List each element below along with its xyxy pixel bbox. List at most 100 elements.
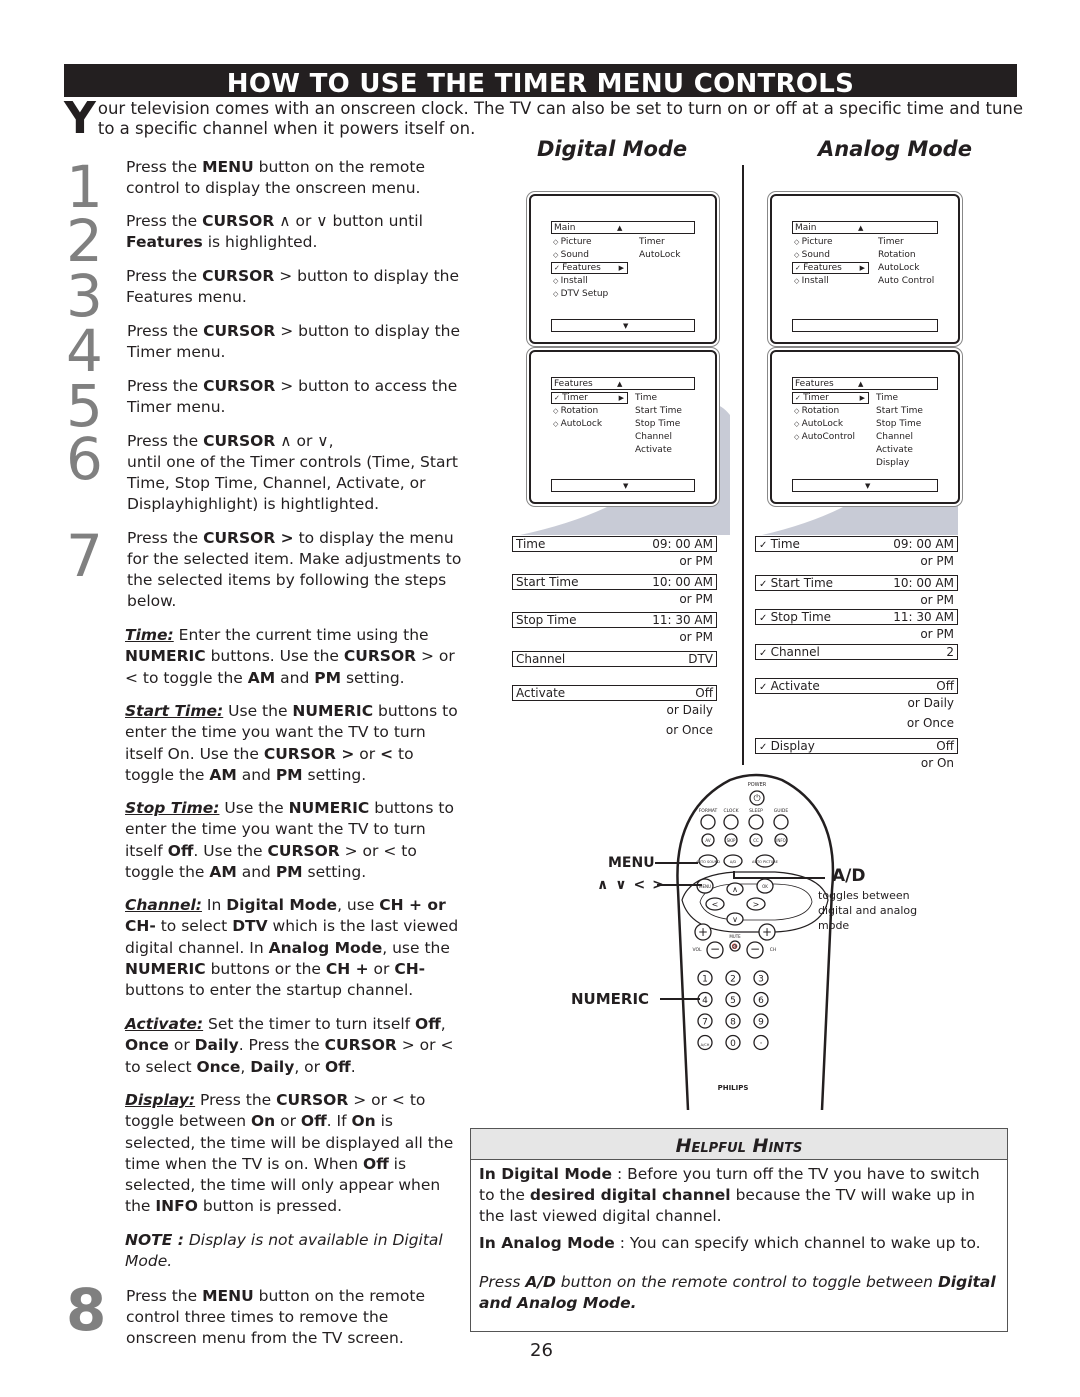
text-run: to select [155, 917, 233, 936]
submenu-item: AutoLock [878, 263, 920, 273]
text-run: buttons to enter the startup channel. [125, 981, 414, 1000]
text-run: Press the [126, 212, 203, 230]
menu-header-label: Features [795, 379, 834, 389]
check-icon: ✓ [759, 540, 771, 551]
field-label-text: Activate [516, 686, 566, 700]
text-run: : You can specify which channel to wake … [614, 1234, 981, 1252]
menu-item[interactable]: ◇ Picture [553, 236, 592, 248]
menu-item[interactable]: ◇ Install [553, 275, 588, 287]
menu-item[interactable]: ◇ AutoControl [794, 431, 855, 443]
menu-item-selected[interactable]: ✓ Features ▶ [551, 262, 628, 274]
text-run: and [236, 765, 276, 784]
text-run: and [275, 668, 315, 687]
emphasis-text: Once [196, 1057, 241, 1076]
analog-timer-fields: ✓ Time 09: 00 AM or PM ✓ Start Time 10: 00 A… [755, 535, 958, 775]
emphasis-text: CURSOR [276, 1091, 349, 1109]
field-label: Stop Time [516, 613, 576, 627]
digit-label: 9 [758, 1018, 764, 1028]
menu-callout-line [655, 862, 698, 864]
text-run: . Use the [193, 841, 268, 860]
plus-icon: + [762, 925, 772, 939]
menu-item[interactable]: ◇ Picture [794, 236, 833, 248]
ad-callout-tick [733, 871, 735, 879]
menu-item-label: DTV Setup [560, 289, 609, 299]
diamond-bullet-icon: ◇ [553, 238, 561, 246]
field-value: Off [936, 739, 954, 753]
field-label-text: Display [770, 739, 815, 753]
text-run: , use the [382, 938, 450, 957]
text-run: , [440, 1015, 446, 1033]
emphasis-text: In Digital Mode [479, 1165, 613, 1183]
field-label: Activate [516, 686, 565, 700]
emphasis-text: CURSOR [203, 432, 276, 450]
timer-field-stop-time[interactable]: ✓ Stop Time 11: 30 AM [755, 609, 958, 625]
menu-item[interactable]: ◇ Rotation [553, 405, 598, 417]
emphasis-text: In Analog Mode [479, 1234, 615, 1252]
timer-field-display[interactable]: ✓ Display Off [755, 738, 958, 754]
minus-icon: − [710, 942, 720, 956]
emphasis-text: CURSOR > [203, 529, 294, 547]
hint-ad-toggle: Press A/D button on the remote control t… [479, 1272, 999, 1314]
emphasis-text: Off [300, 1112, 327, 1131]
step-2-text: Press the CURSOR ∧ or ∨ button until Fea… [126, 211, 461, 253]
page-number: 26 [530, 1340, 553, 1361]
remote-button-guide[interactable] [773, 814, 789, 830]
diamond-bullet-icon: ◇ [794, 407, 802, 415]
menu-item[interactable]: ◇ Rotation [794, 405, 839, 417]
ad-callout-label: A/D [832, 866, 866, 886]
submenu-arrow-icon: ▶ [618, 264, 624, 272]
submenu-item: Activate [635, 445, 672, 455]
emphasis-text: < [380, 744, 394, 763]
check-icon: ✓ [554, 394, 563, 402]
text-run: , use [337, 896, 380, 914]
menu-item[interactable]: ◇ AutoLock [794, 418, 843, 430]
text-run: . [350, 1057, 356, 1076]
submenu-item: Activate [876, 445, 913, 455]
menu-item[interactable]: ◇ AutoLock [553, 418, 602, 430]
digital-main-menu-screen: Main ▲ ◇ Picture ◇ Sound ✓ Features ▶ ◇ Instal… [529, 194, 717, 344]
field-label: ✓ Channel [759, 645, 820, 659]
field-alternative-value: or Daily [907, 696, 954, 710]
helpful-hints-box: Helpful Hints In Digital Mode : Before y… [470, 1128, 1008, 1332]
menu-item-label: Timer [562, 393, 588, 403]
section-label: Time: [125, 626, 174, 644]
emphasis-text: On [250, 1112, 276, 1131]
timer-field-activate[interactable]: ✓ Activate Off [755, 678, 958, 694]
timer-field-time[interactable]: Time 09: 00 AM [512, 536, 717, 552]
menu-item-selected[interactable]: ✓ Features ▶ [792, 262, 869, 274]
remote-button-format[interactable] [700, 814, 716, 830]
menu-item-selected[interactable]: ✓ Timer ▶ [551, 392, 628, 404]
emphasis-text: PM [275, 765, 303, 784]
text-run: setting. [302, 765, 367, 784]
text-run: Press the [127, 432, 204, 450]
menu-item[interactable]: ◇ Install [794, 275, 829, 287]
text-run: or [354, 744, 381, 763]
remote-button-label: FORMAT [699, 808, 718, 814]
menu-item[interactable]: ◇ Sound [794, 249, 830, 261]
timer-field-activate[interactable]: Activate Off [512, 685, 717, 701]
timer-field-time[interactable]: ✓ Time 09: 00 AM [755, 536, 958, 552]
digital-mode-title: Digital Mode [537, 137, 688, 161]
remote-button-clock[interactable] [723, 814, 739, 830]
timer-field-channel[interactable]: ✓ Channel 2 [755, 644, 958, 660]
timer-field-channel[interactable]: Channel DTV [512, 651, 717, 667]
emphasis-text: NUMERIC [288, 799, 370, 817]
remote-button-sleep[interactable] [748, 814, 764, 830]
mute-icon: 🔇 [732, 943, 738, 950]
timer-field-start-time[interactable]: ✓ Start Time 10: 00 AM [755, 575, 958, 591]
minus-icon: − [750, 942, 760, 956]
power-icon: ⏻ [753, 793, 760, 804]
analog-main-menu-screen: Main ▲ ◇ Picture ◇ Sound ✓ Features ▶ ◇ Instal… [770, 194, 960, 344]
emphasis-text: NUMERIC [125, 959, 206, 978]
menu-item[interactable]: ◇ Sound [553, 249, 589, 261]
menu-item-selected[interactable]: ✓ Timer ▶ [792, 392, 869, 404]
text-run: or [275, 1112, 301, 1131]
timer-field-start-time[interactable]: Start Time 10: 00 AM [512, 574, 717, 590]
vol-label: VOL [692, 947, 702, 953]
submenu-arrow-icon: ▶ [859, 264, 865, 272]
emphasis-text: A/D [525, 1273, 556, 1291]
menu-item-label: Rotation [801, 406, 840, 416]
menu-item[interactable]: ◇ DTV Setup [553, 288, 608, 300]
text-run: Enter the current time using the [173, 626, 429, 644]
timer-field-stop-time[interactable]: Stop Time 11: 30 AM [512, 612, 717, 628]
